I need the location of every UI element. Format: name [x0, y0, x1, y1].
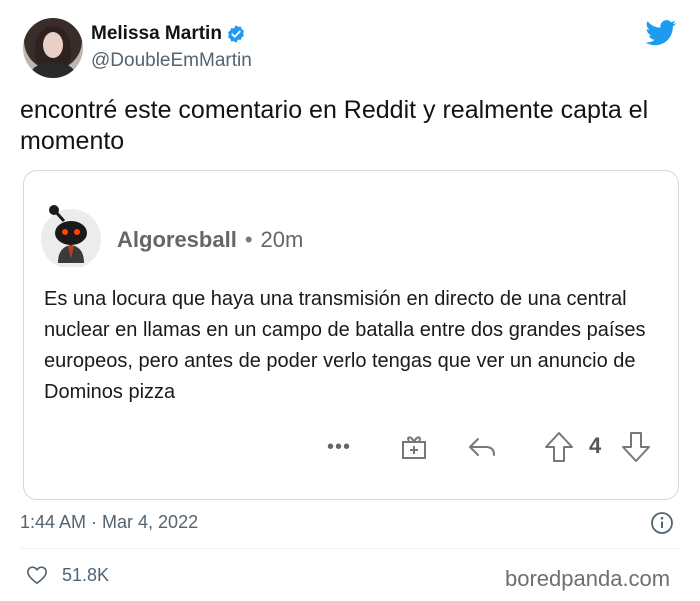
heart-icon[interactable]: [26, 564, 48, 586]
upvote-icon: [545, 432, 573, 462]
award-button[interactable]: [398, 427, 430, 467]
tweet-timestamp[interactable]: 1:44 AM · Mar 4, 2022: [20, 512, 198, 533]
reddit-comment-card[interactable]: Algoresball • 20m Es una locura que haya…: [23, 170, 679, 500]
downvote-button[interactable]: [619, 427, 653, 467]
tweet-text: encontré este comentario en Reddit y rea…: [20, 96, 649, 155]
twitter-bird-icon[interactable]: [645, 20, 677, 46]
author-handle[interactable]: @DoubleEmMartin: [91, 50, 252, 72]
reply-button[interactable]: [465, 427, 499, 467]
divider: [20, 548, 680, 549]
comment-body: Es una locura que haya una transmisión e…: [44, 288, 646, 403]
info-icon[interactable]: [650, 511, 674, 535]
author-name-row: Melissa Martin: [91, 23, 246, 45]
upvote-button[interactable]: [542, 427, 576, 467]
meta-separator: •: [244, 227, 253, 252]
vote-count: 4: [589, 433, 602, 458]
downvote-icon: [622, 432, 650, 462]
reply-icon: [469, 438, 495, 456]
like-count: 51.8K: [62, 564, 110, 585]
author-display-name[interactable]: Melissa Martin: [91, 23, 222, 45]
comment-actions: ••• 4: [24, 427, 678, 467]
comment-meta: Algoresball • 20m: [117, 227, 303, 253]
more-options-button[interactable]: •••: [324, 427, 354, 467]
avatar-face: [43, 32, 63, 58]
profile-avatar[interactable]: [23, 18, 83, 78]
watermark: boredpanda.com: [505, 566, 671, 591]
reddit-snoo-icon: [41, 205, 101, 267]
gift-icon: [402, 436, 426, 459]
comment-username[interactable]: Algoresball: [117, 227, 237, 253]
like-row[interactable]: 51.8K: [26, 564, 109, 586]
verified-badge-icon: [228, 25, 244, 43]
comment-age: 20m: [260, 227, 304, 252]
avatar-body: [31, 62, 75, 78]
